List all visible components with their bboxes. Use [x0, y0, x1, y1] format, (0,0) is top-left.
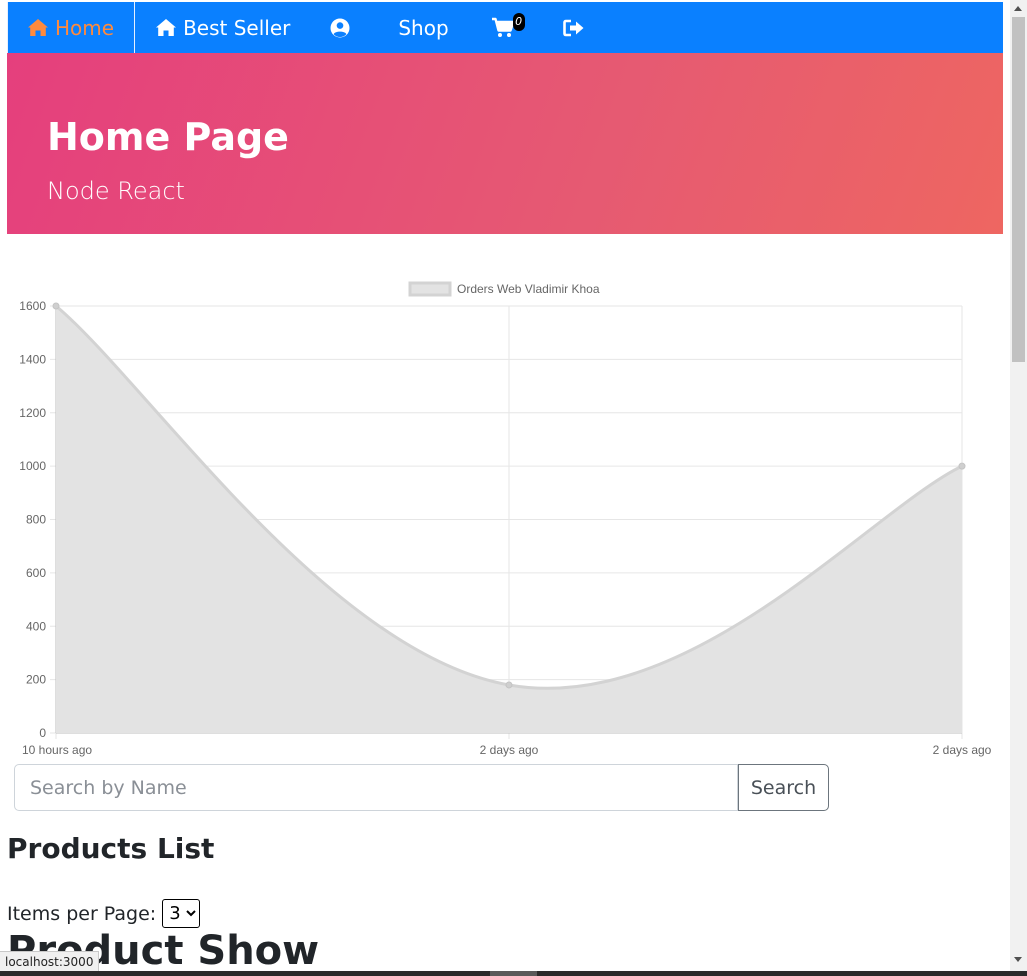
items-per-page: Items per Page: 3: [7, 899, 201, 928]
nav-best-seller[interactable]: Best Seller: [135, 2, 310, 53]
y-tick-label: 400: [26, 619, 46, 633]
items-per-page-label: Items per Page:: [7, 902, 157, 925]
x-tick-label: 2 days ago: [933, 743, 992, 757]
nav-shop-label: Shop: [398, 15, 449, 40]
nav-best-seller-label: Best Seller: [183, 15, 291, 40]
page-subtitle: Node React: [47, 177, 185, 205]
legend-swatch: [408, 281, 452, 297]
x-tick-label: 10 hours ago: [22, 743, 92, 757]
search-input[interactable]: [14, 764, 738, 811]
home-icon: [28, 19, 48, 36]
items-per-page-select[interactable]: 3: [162, 899, 201, 928]
y-tick-label: 600: [26, 566, 46, 580]
legend-label: Orders Web Vladimir Khoa: [457, 282, 600, 296]
nav-profile[interactable]: [310, 2, 376, 53]
x-tick-label: 2 days ago: [480, 743, 539, 757]
nav-logout[interactable]: [543, 2, 605, 53]
search-button[interactable]: Search: [738, 764, 829, 811]
y-tick-label: 0: [39, 726, 46, 740]
orders-chart-svg: 0 200 400 600 800 1000 1200 1400 1600 10 hours ag…: [19, 281, 992, 757]
search-bar: Search: [14, 764, 829, 811]
navbar: Home Best Seller Shop 0: [7, 2, 1003, 53]
vertical-scrollbar[interactable]: [1010, 0, 1027, 971]
horizontal-scrollbar-thumb[interactable]: [490, 971, 537, 976]
scroll-up-arrow-icon[interactable]: [1014, 6, 1022, 11]
user-circle-icon: [330, 18, 350, 37]
y-tick-label: 800: [26, 513, 46, 527]
status-url-tooltip: localhost:3000: [0, 951, 100, 973]
nav-home[interactable]: Home: [7, 2, 136, 53]
cart-count-badge: 0: [512, 12, 525, 31]
data-point: [958, 462, 966, 470]
nav-home-label: Home: [55, 15, 115, 40]
scroll-down-arrow-icon[interactable]: [1014, 957, 1022, 962]
products-list-title: Products List: [7, 832, 215, 865]
nav-shop[interactable]: Shop: [376, 2, 470, 53]
page-title: Home Page: [47, 115, 289, 159]
orders-chart: 0 200 400 600 800 1000 1200 1400 1600 10 hours ag…: [0, 270, 1027, 765]
nav-cart[interactable]: 0: [471, 2, 543, 53]
y-tick-label: 1600: [19, 299, 46, 313]
y-tick-label: 200: [26, 673, 46, 687]
y-tick-label: 1400: [19, 352, 46, 366]
home-icon: [156, 19, 177, 36]
y-tick-label: 1200: [19, 406, 46, 420]
data-point: [505, 681, 513, 689]
data-point: [52, 302, 60, 310]
sign-out-icon: [562, 19, 584, 36]
y-tick-label: 1000: [19, 459, 46, 473]
scrollbar-thumb[interactable]: [1012, 17, 1025, 362]
hero-banner: Home Page Node React: [7, 53, 1003, 234]
shopping-cart-icon: [491, 17, 515, 37]
